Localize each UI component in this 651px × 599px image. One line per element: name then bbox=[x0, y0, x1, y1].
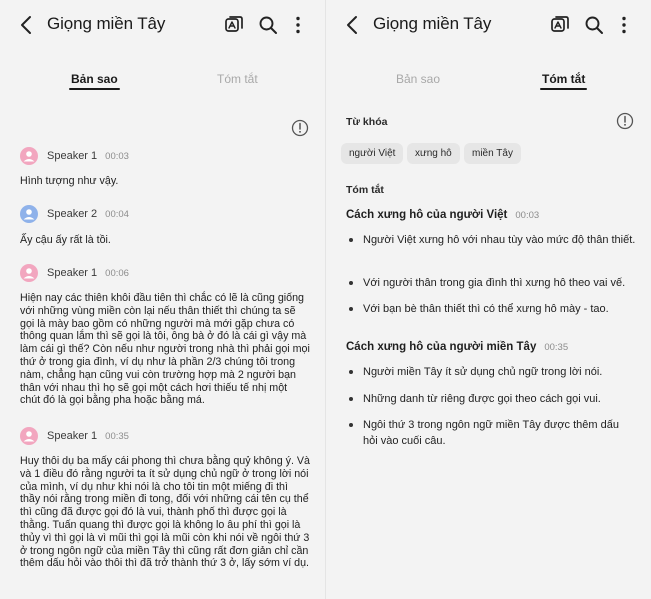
speaker-row: Speaker 1 00:03 bbox=[20, 147, 129, 165]
transcript-text: Hình tượng như vậy. bbox=[20, 175, 119, 187]
speaker-name: Speaker 1 bbox=[47, 430, 98, 442]
tab-transcript[interactable]: Bản sao bbox=[396, 72, 440, 86]
search-icon[interactable] bbox=[257, 14, 279, 36]
summary-label: Tóm tắt bbox=[346, 184, 384, 196]
avatar bbox=[20, 147, 38, 165]
avatar bbox=[20, 205, 38, 223]
person-icon bbox=[23, 268, 35, 279]
person-icon bbox=[23, 209, 35, 220]
summary-panel: Giọng miền Tây Bản sao Tóm tắt Từ khóa n… bbox=[326, 0, 651, 599]
more-vertical-icon[interactable] bbox=[613, 14, 635, 36]
summary-bullet: Ngôi thứ 3 trong ngôn ngữ miền Tây được … bbox=[346, 417, 636, 449]
speaker-row: Speaker 1 00:06 bbox=[20, 264, 129, 282]
speaker-name: Speaker 1 bbox=[47, 267, 98, 279]
avatar bbox=[20, 264, 38, 282]
search-icon[interactable] bbox=[583, 14, 605, 36]
timestamp[interactable]: 00:04 bbox=[105, 209, 129, 220]
person-icon bbox=[23, 151, 35, 162]
timestamp[interactable]: 00:35 bbox=[105, 431, 129, 442]
summary-bullet: Những danh từ riêng được gọi theo cách g… bbox=[346, 391, 636, 407]
keyword-chip[interactable]: miền Tây bbox=[464, 143, 521, 164]
keyword-chip[interactable]: người Việt bbox=[341, 143, 404, 164]
transcript-panel: Giọng miền Tây Bản sao Tóm tắt Speaker 1… bbox=[0, 0, 326, 599]
person-icon bbox=[23, 431, 35, 442]
speaker-row: Speaker 2 00:04 bbox=[20, 205, 129, 223]
timestamp[interactable]: 00:35 bbox=[544, 342, 568, 353]
transcript-text: Ấy cậu ấy rất là tồi. bbox=[20, 234, 111, 246]
summary-bullet: Người miền Tây ít sử dụng chủ ngữ trong … bbox=[346, 364, 636, 380]
translate-icon[interactable] bbox=[549, 14, 571, 36]
transcript-text: Huy thôi dụ ba mấy cái phong thì chưa bằ… bbox=[20, 455, 310, 570]
tab-bar: Bản sao Tóm tắt bbox=[326, 72, 651, 96]
section-title: Cách xưng hô của người Việt bbox=[346, 209, 508, 221]
back-arrow-icon[interactable] bbox=[16, 14, 38, 36]
summary-bullet: Với bạn bè thân thiết thì có thể xưng hô… bbox=[346, 301, 636, 317]
more-vertical-icon[interactable] bbox=[287, 14, 309, 36]
keyword-chip[interactable]: xưng hô bbox=[407, 143, 460, 164]
app-bar: Giọng miền Tây bbox=[326, 0, 651, 52]
back-arrow-icon[interactable] bbox=[342, 14, 364, 36]
timestamp[interactable]: 00:03 bbox=[105, 151, 129, 162]
timestamp[interactable]: 00:06 bbox=[105, 268, 129, 279]
keywords-label: Từ khóa bbox=[346, 116, 388, 128]
summary-section-heading: Cách xưng hô của người Việt 00:03 bbox=[346, 209, 539, 221]
tab-summary[interactable]: Tóm tắt bbox=[217, 72, 258, 86]
timestamp[interactable]: 00:03 bbox=[515, 210, 539, 221]
app-bar: Giọng miền Tây bbox=[0, 0, 326, 52]
tab-summary[interactable]: Tóm tắt bbox=[539, 72, 588, 90]
transcript-text: Hiện nay các thiên khôi đầu tiên thì chắ… bbox=[20, 292, 310, 407]
info-icon[interactable] bbox=[291, 119, 309, 137]
speaker-name: Speaker 2 bbox=[47, 208, 98, 220]
tab-bar: Bản sao Tóm tắt bbox=[0, 72, 326, 96]
section-title: Cách xưng hô của người miền Tây bbox=[346, 341, 537, 353]
tab-transcript[interactable]: Bản sao bbox=[69, 72, 120, 90]
translate-icon[interactable] bbox=[223, 14, 245, 36]
summary-bullet: Người Việt xưng hô với nhau tùy vào mức … bbox=[346, 232, 636, 248]
summary-bullet: Với người thân trong gia đình thì xưng h… bbox=[346, 275, 636, 291]
page-title: Giọng miền Tây bbox=[47, 14, 166, 33]
speaker-row: Speaker 1 00:35 bbox=[20, 427, 129, 445]
page-title: Giọng miền Tây bbox=[373, 14, 492, 33]
info-icon[interactable] bbox=[616, 112, 634, 130]
speaker-name: Speaker 1 bbox=[47, 150, 98, 162]
summary-section-heading: Cách xưng hô của người miền Tây 00:35 bbox=[346, 341, 568, 353]
avatar bbox=[20, 427, 38, 445]
